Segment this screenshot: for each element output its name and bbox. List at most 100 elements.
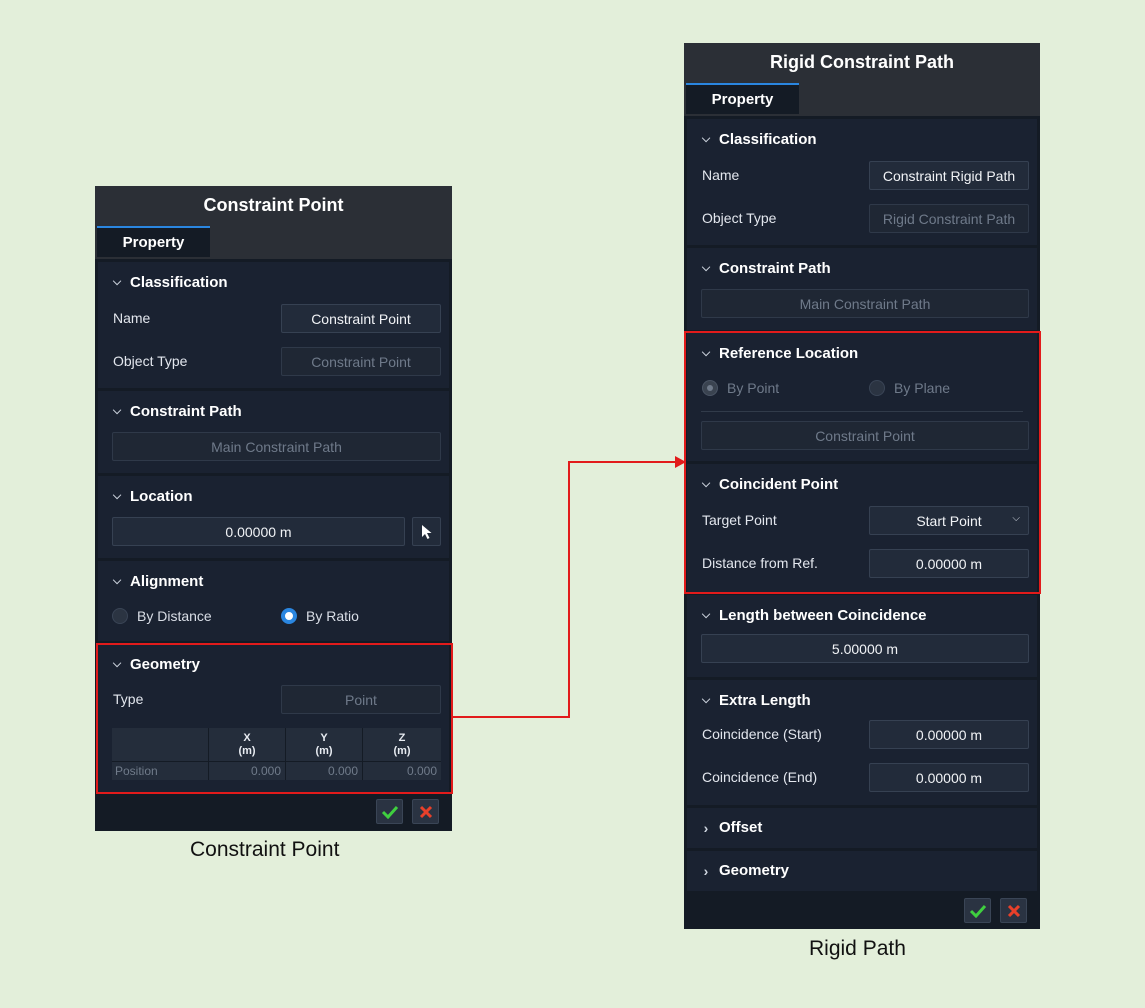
object-type-field: Rigid Constraint Path (869, 204, 1029, 233)
position-x-value[interactable]: 0.000 (209, 764, 281, 778)
coincidence-start-label: Coincidence (Start) (702, 726, 822, 742)
section-title: Extra Length (719, 692, 811, 709)
coincident-point-section: ⌵ Coincident Point Target Point Start Po… (687, 464, 1037, 592)
row-label: Position (115, 764, 158, 778)
section-title: Classification (719, 131, 817, 148)
chevron-down-icon: ⌵ (112, 658, 122, 670)
check-icon (969, 904, 986, 918)
coincidence-end-field[interactable]: 0.00000 m (869, 763, 1029, 792)
geometry-section: › Geometry (687, 851, 1037, 891)
radio-label: By Ratio (306, 608, 359, 624)
section-title: Reference Location (719, 345, 859, 362)
cancel-button[interactable] (1000, 898, 1027, 923)
check-icon (381, 805, 398, 819)
ok-button[interactable] (376, 799, 403, 824)
column-axis: Z (398, 732, 406, 744)
rigid-constraint-path-panel: Rigid Constraint Path Property ⌵ Classif… (684, 43, 1040, 929)
chevron-down-icon: ⌵ (112, 276, 122, 288)
classification-header[interactable]: ⌵ Classification (110, 274, 228, 291)
chevron-down-icon: ⌵ (112, 405, 122, 417)
section-title: Constraint Path (719, 260, 831, 277)
geometry-header[interactable]: ⌵ Geometry (110, 656, 200, 673)
chevron-down-icon: ⌵ (701, 262, 711, 274)
alignment-section: ⌵ Alignment By Distance By Ratio (98, 561, 449, 641)
distance-from-ref-field[interactable]: 0.00000 m (869, 549, 1029, 578)
close-icon (419, 805, 432, 818)
name-field[interactable]: Constraint Rigid Path (869, 161, 1029, 190)
ok-button[interactable] (964, 898, 991, 923)
chevron-down-icon: ⌵ (112, 490, 122, 502)
extra-length-header[interactable]: ⌵ Extra Length (699, 692, 811, 709)
classification-section: ⌵ Classification Name Constraint Point O… (98, 262, 449, 388)
by-point-radio[interactable]: By Point (702, 380, 779, 396)
section-title: Geometry (130, 656, 201, 673)
constraint-path-field: Main Constraint Path (701, 289, 1029, 318)
name-field[interactable]: Constraint Point (281, 304, 441, 333)
right-caption: Rigid Path (809, 937, 906, 960)
column-unit: (m) (238, 745, 256, 757)
chevron-down-icon: ⌵ (701, 133, 711, 145)
cancel-button[interactable] (412, 799, 439, 824)
by-ratio-radio[interactable]: By Ratio (281, 608, 359, 624)
length-between-field[interactable]: 5.00000 m (701, 634, 1029, 663)
radio-dot (112, 608, 128, 624)
constraint-point-panel: Constraint Point Property ⌵ Classificati… (95, 186, 452, 831)
object-type-label: Object Type (702, 210, 777, 226)
length-between-header[interactable]: ⌵ Length between Coincidence (699, 607, 927, 624)
offset-header[interactable]: › Offset (699, 819, 763, 836)
chevron-down-icon: ⌵ (701, 609, 711, 621)
name-label: Name (702, 167, 740, 183)
location-header[interactable]: ⌵ Location (110, 488, 193, 505)
section-title: Coincident Point (719, 476, 839, 493)
by-plane-radio[interactable]: By Plane (869, 380, 950, 396)
distance-from-ref-label: Distance from Ref. (702, 555, 818, 571)
section-title: Location (130, 488, 193, 505)
section-title: Geometry (719, 862, 790, 879)
object-type-label: Object Type (113, 353, 188, 369)
alignment-header[interactable]: ⌵ Alignment (110, 573, 204, 590)
column-unit: (m) (393, 745, 411, 757)
position-y-value[interactable]: 0.000 (286, 764, 358, 778)
name-label: Name (113, 310, 151, 326)
radio-label: By Point (727, 380, 780, 396)
column-unit: (m) (315, 745, 333, 757)
pick-location-button[interactable] (412, 517, 441, 546)
constraint-path-header[interactable]: ⌵ Constraint Path (110, 403, 242, 420)
by-distance-radio[interactable]: By Distance (112, 608, 212, 624)
location-field[interactable]: 0.00000 m (112, 517, 405, 546)
target-point-label: Target Point (702, 512, 777, 528)
geometry-header[interactable]: › Geometry (699, 862, 789, 879)
target-point-dropdown[interactable]: Start Point ⌵ (869, 506, 1029, 535)
chevron-down-icon: ⌵ (701, 694, 711, 706)
type-label: Type (113, 691, 144, 707)
reference-location-header[interactable]: ⌵ Reference Location (699, 345, 858, 362)
length-between-section: ⌵ Length between Coincidence 5.00000 m (687, 595, 1037, 677)
section-title: Constraint Path (130, 403, 242, 420)
position-table: X (m) Y (m) Z (m) Position 0.000 0.000 0… (112, 728, 441, 780)
constraint-path-header[interactable]: ⌵ Constraint Path (699, 260, 831, 277)
classification-header[interactable]: ⌵ Classification (699, 131, 817, 148)
reference-point-field: Constraint Point (701, 421, 1029, 450)
tab-property[interactable]: Property (97, 226, 210, 257)
pointer-icon (421, 524, 431, 539)
tab-property[interactable]: Property (686, 83, 799, 114)
left-caption: Constraint Point (190, 838, 340, 861)
constraint-path-section: ⌵ Constraint Path Main Constraint Path (687, 248, 1037, 330)
column-axis: Y (320, 732, 328, 744)
panel-title: Constraint Point (95, 186, 452, 224)
coincident-point-header[interactable]: ⌵ Coincident Point (699, 476, 838, 493)
constraint-path-section: ⌵ Constraint Path Main Constraint Path (98, 391, 449, 473)
position-z-value[interactable]: 0.000 (363, 764, 437, 778)
chevron-right-icon: › (703, 862, 709, 879)
coincidence-end-label: Coincidence (End) (702, 769, 818, 785)
tab-bar: Property (684, 81, 1040, 116)
column-header-y: Y (m) (286, 732, 362, 758)
chevron-right-icon: › (703, 819, 709, 836)
section-divider (701, 411, 1023, 412)
radio-dot (869, 380, 885, 396)
classification-section: ⌵ Classification Name Constraint Rigid P… (687, 119, 1037, 245)
coincidence-start-field[interactable]: 0.00000 m (869, 720, 1029, 749)
type-field: Point (281, 685, 441, 714)
close-icon (1007, 904, 1020, 917)
chevron-down-icon: ⌵ (701, 478, 711, 490)
